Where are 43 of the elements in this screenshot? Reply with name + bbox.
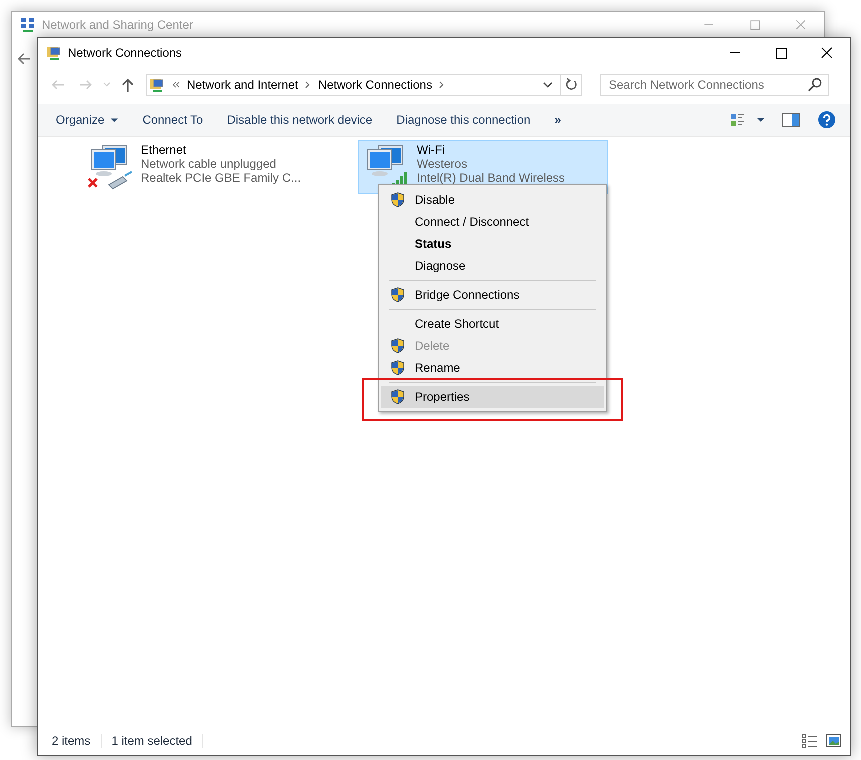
- menu-item[interactable]: Connect / Disconnect: [381, 211, 604, 233]
- more-commands-button[interactable]: »: [546, 109, 570, 131]
- breadcrumb[interactable]: Network Connections: [318, 78, 432, 92]
- window-title: Network and Sharing Center: [42, 18, 194, 32]
- details-view-icon[interactable]: [802, 733, 818, 749]
- menu-item[interactable]: Properties: [381, 386, 604, 408]
- adapter-name: Intel(R) Dual Band Wireless: [417, 171, 566, 185]
- window-title: Network Connections: [68, 46, 182, 60]
- menu-item[interactable]: Status: [381, 233, 604, 255]
- back-arrow-icon[interactable]: [16, 51, 32, 67]
- menu-item[interactable]: Create Shortcut: [381, 313, 604, 335]
- network-folder-icon: [46, 45, 62, 61]
- search-field[interactable]: Search Network Connections: [600, 74, 829, 96]
- menu-item[interactable]: Bridge Connections: [381, 284, 604, 306]
- up-icon[interactable]: [120, 77, 136, 93]
- connection-status: Westeros: [417, 157, 468, 171]
- network-icon: [20, 17, 36, 33]
- menu-item[interactable]: Rename: [381, 357, 604, 379]
- selection-count: 1 item selected: [112, 734, 204, 748]
- connection-status: Network cable unplugged: [141, 157, 278, 171]
- dropdown-caret-icon[interactable]: [756, 115, 766, 125]
- chevron-icon[interactable]: [438, 79, 446, 91]
- toolbar-button[interactable]: Connect To: [134, 109, 212, 131]
- view-options-icon[interactable]: [730, 112, 746, 128]
- connection-name: Wi-Fi: [417, 143, 446, 157]
- address-bar[interactable]: Network and Internet Network Connections: [146, 74, 582, 96]
- help-icon[interactable]: [818, 111, 836, 129]
- toolbar-button[interactable]: Organize: [48, 109, 127, 131]
- large-icons-view-icon[interactable]: [826, 733, 842, 749]
- breadcrumb[interactable]: Network and Internet: [187, 78, 298, 92]
- wired-computer-icon: [87, 143, 135, 191]
- connection-name: Ethernet: [141, 143, 188, 157]
- network-folder-icon: [149, 77, 165, 93]
- item-count: 2 items: [52, 734, 102, 748]
- menu-item[interactable]: Diagnose: [381, 255, 604, 277]
- connection-item[interactable]: Ethernet Network cable unplugged Realtek PCIe GBE Family C...: [82, 140, 332, 194]
- overflow-chevron-icon[interactable]: [171, 80, 181, 90]
- adapter-name: Realtek PCIe GBE Family C...: [141, 171, 302, 185]
- toolbar-button[interactable]: Diagnose this connection: [388, 109, 539, 131]
- preview-pane-icon[interactable]: [782, 113, 800, 127]
- chevron-icon[interactable]: [304, 79, 312, 91]
- search-icon: [807, 77, 823, 93]
- toolbar-button[interactable]: Disable this network device: [219, 109, 381, 131]
